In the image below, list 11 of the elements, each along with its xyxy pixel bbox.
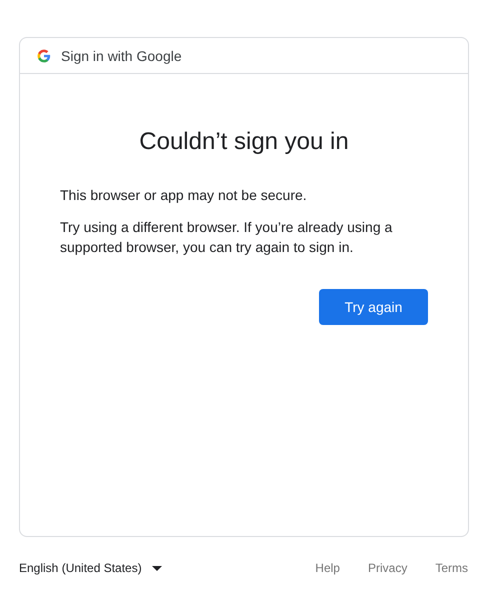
footer-link[interactable]: Terms <box>435 561 468 575</box>
caret-icon <box>152 566 162 570</box>
header-title: Sign in with Google <box>61 48 182 64</box>
footer-link[interactable]: Help <box>315 561 340 575</box>
try-again-button[interactable]: Try again <box>319 289 428 325</box>
message-text: This browser or app may not be secure. <box>60 186 308 205</box>
google-logo-icon <box>37 48 51 62</box>
heading: Couldn’t sign you in <box>138 127 350 157</box>
message-text: Try using a different browser. If you’re already using a supported browser, you can try again to sign in. <box>60 218 394 257</box>
language-selector[interactable]: English (United States) <box>19 561 162 575</box>
footer-link[interactable]: Privacy <box>368 561 408 575</box>
